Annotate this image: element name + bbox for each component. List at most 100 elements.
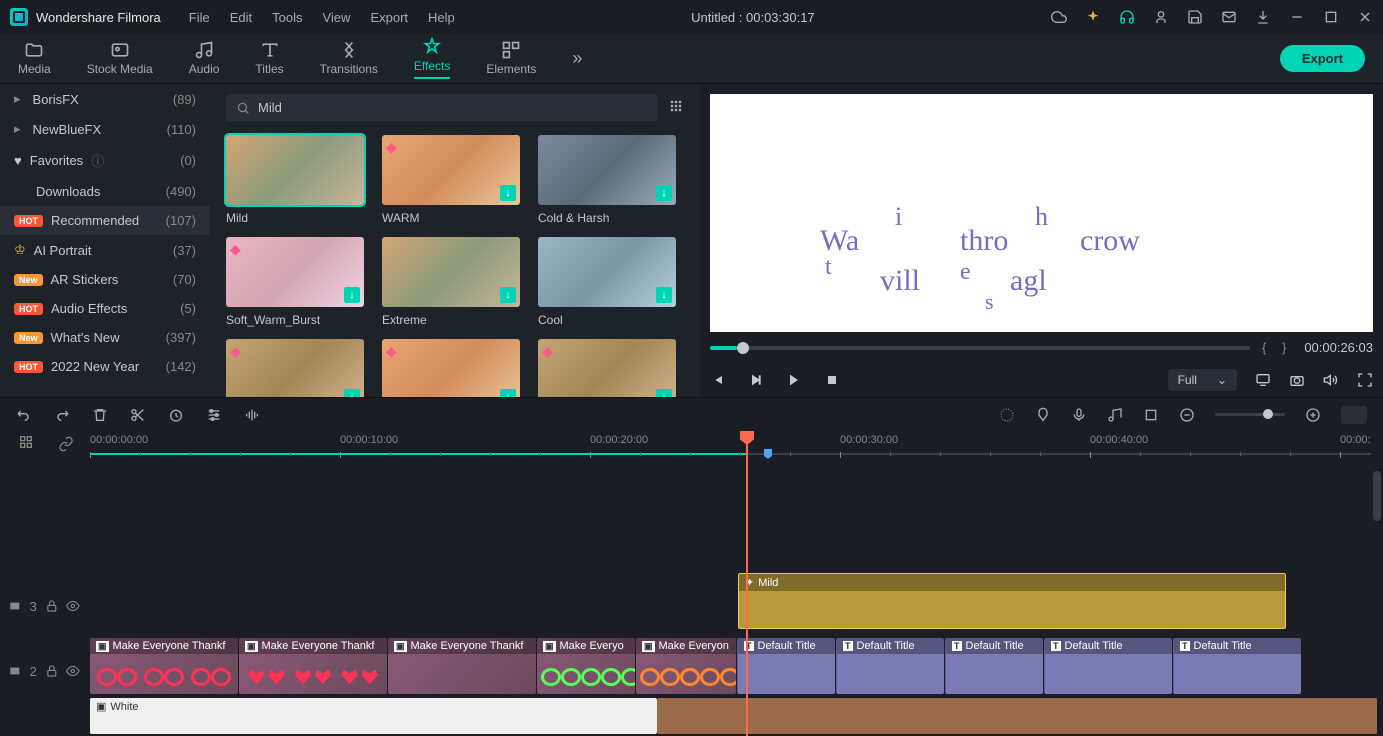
preview-text: agl <box>1010 264 1047 298</box>
close-icon[interactable] <box>1357 9 1373 25</box>
sparkle-icon[interactable] <box>1085 9 1101 25</box>
effect-clip[interactable]: ✦Mild <box>738 573 1286 629</box>
display-icon[interactable] <box>1255 372 1271 388</box>
menu-edit[interactable]: Edit <box>230 10 252 25</box>
track-3[interactable]: ✦Mild <box>90 571 1383 631</box>
tab-effects[interactable]: Effects <box>414 37 450 81</box>
play-pause-icon[interactable] <box>748 372 764 388</box>
playhead[interactable] <box>746 431 748 736</box>
sidebar-item-ar-stickers[interactable]: NewAR Stickers(70) <box>0 265 210 294</box>
sidebar-item-favorites[interactable]: ♥Favorites ⓘ(0) <box>0 144 210 177</box>
sidebar-item-audio-effects[interactable]: HOTAudio Effects(5) <box>0 294 210 323</box>
audio-wave-icon[interactable] <box>244 407 260 423</box>
media-clip[interactable]: ▣Make Everyone Thankf <box>239 638 387 694</box>
effect-thumb[interactable]: Cold & Harsh <box>538 135 684 225</box>
menu-tools[interactable]: Tools <box>272 10 302 25</box>
render-icon[interactable] <box>999 407 1015 423</box>
effect-thumb[interactable]: Soft_Warm_Burst <box>226 237 372 327</box>
mail-icon[interactable] <box>1221 9 1237 25</box>
title-clip[interactable]: TDefault Title <box>737 638 835 694</box>
menu-view[interactable]: View <box>322 10 350 25</box>
tab-audio[interactable]: Audio <box>189 40 220 78</box>
grid-view-icon[interactable] <box>668 98 684 117</box>
white-clip[interactable]: ▣White <box>90 698 657 734</box>
title-clip[interactable]: TDefault Title <box>1044 638 1172 694</box>
adjust-icon[interactable] <box>206 407 222 423</box>
effect-thumb[interactable]: WARM <box>382 135 528 225</box>
menu-help[interactable]: Help <box>428 10 455 25</box>
volume-icon[interactable] <box>1323 372 1339 388</box>
title-clip[interactable]: TDefault Title <box>836 638 944 694</box>
tab-stock-media[interactable]: Stock Media <box>87 40 153 78</box>
stop-icon[interactable] <box>824 372 840 388</box>
sidebar-item-borisfx[interactable]: ▸BorisFX(89) <box>0 84 210 114</box>
sidebar-item-what's-new[interactable]: NewWhat's New(397) <box>0 323 210 352</box>
play-icon[interactable] <box>786 372 802 388</box>
sidebar-item-2022-new-year[interactable]: HOT2022 New Year(142) <box>0 352 210 381</box>
track-2[interactable]: ▣Make Everyone Thankf▣Make Everyone Than… <box>90 636 1383 696</box>
prev-frame-icon[interactable] <box>710 372 726 388</box>
minimize-icon[interactable] <box>1289 9 1305 25</box>
export-button[interactable]: Export <box>1280 45 1365 72</box>
cloud-icon[interactable] <box>1051 9 1067 25</box>
premium-gem-icon <box>386 139 402 155</box>
effect-thumb[interactable] <box>538 339 684 397</box>
menu-export[interactable]: Export <box>370 10 408 25</box>
search-field[interactable] <box>258 100 648 115</box>
sidebar-item-ai-portrait[interactable]: ♔AI Portrait(37) <box>0 235 210 265</box>
zoom-out-icon[interactable] <box>1179 407 1195 423</box>
sidebar-item-newbluefx[interactable]: ▸NewBlueFX(110) <box>0 114 210 144</box>
preview-progress[interactable] <box>710 346 1250 350</box>
search-input[interactable] <box>226 94 658 121</box>
redo-icon[interactable] <box>54 407 70 423</box>
media-clip[interactable]: ▣Make Everyone Thankf <box>90 638 238 694</box>
undo-icon[interactable] <box>16 407 32 423</box>
media-clip[interactable]: ▣Make Everyon <box>636 638 736 694</box>
effect-thumb[interactable] <box>382 339 528 397</box>
track-size-toggle[interactable] <box>1341 406 1367 424</box>
zoom-slider[interactable] <box>1215 413 1285 416</box>
save-icon[interactable] <box>1187 9 1203 25</box>
crop-icon[interactable] <box>1143 407 1159 423</box>
title-clip[interactable]: TDefault Title <box>1173 638 1301 694</box>
sidebar-item-downloads[interactable]: Downloads(490) <box>0 177 210 206</box>
effect-thumb[interactable]: Mild <box>226 135 372 225</box>
media-clip[interactable]: ▣Make Everyo <box>537 638 635 694</box>
timeline-scrollbar[interactable] <box>1373 471 1381 521</box>
tab-elements[interactable]: Elements <box>486 40 536 78</box>
snapshot-icon[interactable] <box>1289 372 1305 388</box>
delete-icon[interactable] <box>92 407 108 423</box>
brown-clip[interactable] <box>657 698 1377 734</box>
maximize-icon[interactable] <box>1323 9 1339 25</box>
download-icon[interactable] <box>1255 9 1271 25</box>
speed-icon[interactable] <box>168 407 184 423</box>
tabs-overflow-icon[interactable]: » <box>572 48 582 69</box>
marker-icon[interactable] <box>1035 407 1051 423</box>
track-1[interactable]: ▣White <box>90 696 1383 736</box>
media-clip[interactable]: ▣Make Everyone Thankf <box>388 638 536 694</box>
fullscreen-icon[interactable] <box>1357 372 1373 388</box>
lock-icon[interactable] <box>45 664 59 678</box>
tab-titles[interactable]: Titles <box>255 40 283 78</box>
quality-select[interactable]: Full⌄ <box>1168 369 1237 391</box>
in-point-marker[interactable] <box>764 449 772 459</box>
user-icon[interactable] <box>1153 9 1169 25</box>
tab-transitions[interactable]: Transitions <box>320 40 378 78</box>
music-icon[interactable] <box>1107 407 1123 423</box>
split-icon[interactable] <box>130 407 146 423</box>
sidebar-item-recommended[interactable]: HOTRecommended(107) <box>0 206 210 235</box>
menu-file[interactable]: File <box>189 10 210 25</box>
eye-icon[interactable] <box>66 599 80 613</box>
effect-thumb[interactable] <box>226 339 372 397</box>
voiceover-icon[interactable] <box>1071 407 1087 423</box>
effect-thumb[interactable]: Cool <box>538 237 684 327</box>
time-ruler[interactable]: 00:00:00:0000:00:10:0000:00:20:0000:00:3… <box>0 431 1383 461</box>
headphones-icon[interactable] <box>1119 9 1135 25</box>
lock-icon[interactable] <box>45 599 59 613</box>
title-clip[interactable]: TDefault Title <box>945 638 1043 694</box>
preview-text: vill <box>880 264 920 298</box>
zoom-in-icon[interactable] <box>1305 407 1321 423</box>
eye-icon[interactable] <box>66 664 80 678</box>
effect-thumb[interactable]: Extreme <box>382 237 528 327</box>
tab-media[interactable]: Media <box>18 40 51 78</box>
